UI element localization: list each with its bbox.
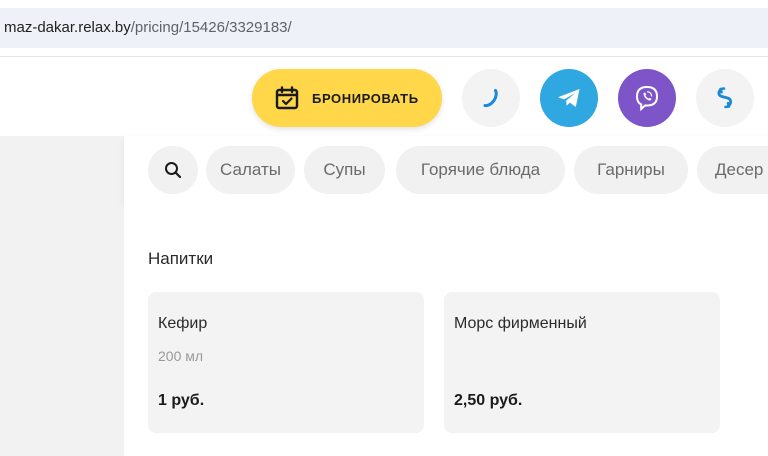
menu-item-name: Морс фирменный [454,315,587,332]
category-chip-garnishes[interactable]: Гарниры [574,146,688,194]
calendar-check-icon [275,86,299,110]
link-button[interactable] [696,69,754,127]
menu-item-card[interactable]: Морс фирменный 2,50 руб. [444,292,720,433]
phone-button[interactable] [462,69,520,127]
left-gutter [0,136,124,456]
url-path: /pricing/15426/3329183/ [130,19,292,36]
book-button[interactable]: БРОНИРОВАТЬ [252,69,442,127]
menu-item-price: 2,50 руб. [454,392,523,409]
section-title: Напитки [148,249,214,268]
site-header: БРОНИРОВАТЬ [0,56,768,136]
category-chip-desserts[interactable]: Десер [697,146,768,194]
viber-icon [635,85,659,112]
search-icon [165,162,182,179]
category-nav: Салаты Супы Горячие блюда Гарниры Десер [124,136,768,204]
link-icon [717,87,733,109]
menu-item-volume: 200 мл [158,348,204,364]
telegram-icon [558,89,580,107]
menu-content: Напитки Кефир 200 мл 1 руб. Морс фирменн… [124,204,768,456]
search-button[interactable] [148,146,198,194]
category-chip-salads[interactable]: Салаты [206,146,295,194]
viber-button[interactable] [618,69,676,127]
url-text: maz-dakar.relax.by/pricing/15426/3329183… [4,8,292,48]
book-button-label: БРОНИРОВАТЬ [312,90,419,106]
url-field[interactable]: maz-dakar.relax.by/pricing/15426/3329183… [0,8,768,48]
category-chip-hot-dishes[interactable]: Горячие блюда [396,146,565,194]
telegram-button[interactable] [540,69,598,127]
menu-item-price: 1 руб. [158,392,205,409]
phone-icon [483,89,498,108]
category-chip-soups[interactable]: Супы [304,146,385,194]
menu-item-name: Кефир [158,315,208,332]
url-domain: maz-dakar.relax.by [4,19,131,36]
menu-item-card[interactable]: Кефир 200 мл 1 руб. [148,292,424,433]
browser-address-bar: maz-dakar.relax.by/pricing/15426/3329183… [0,0,768,56]
